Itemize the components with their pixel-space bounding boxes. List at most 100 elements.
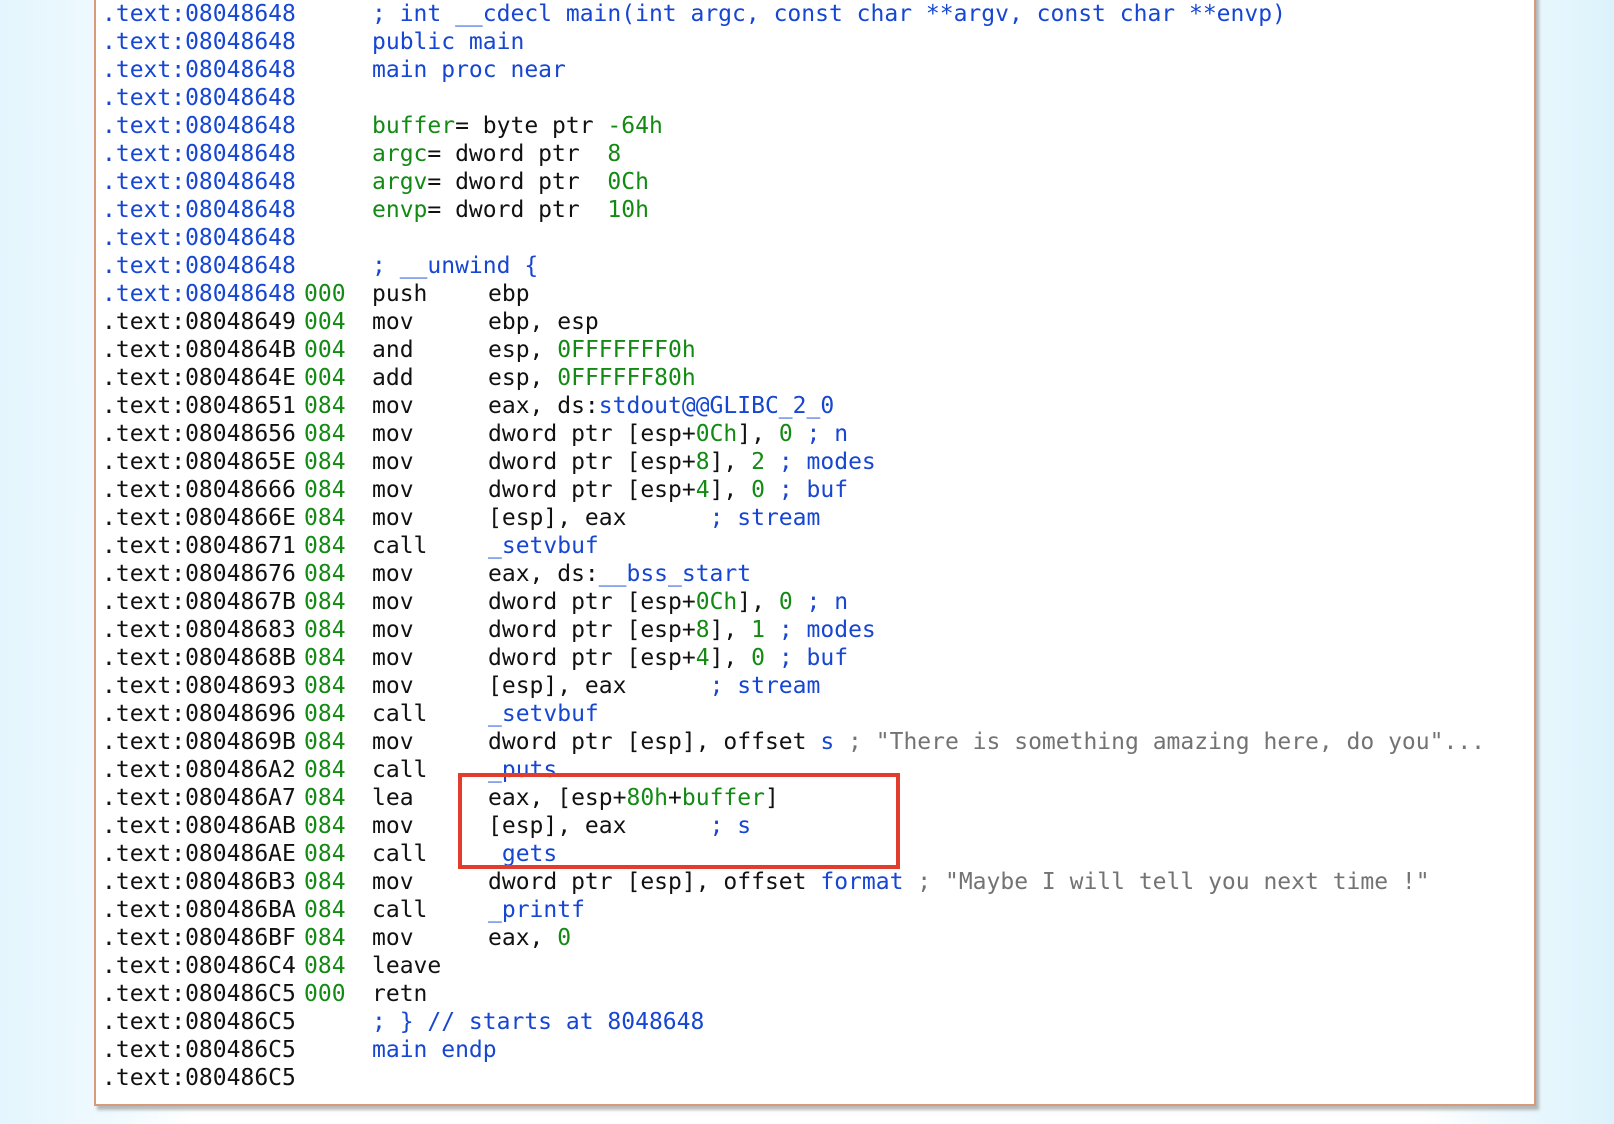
disasm-line[interactable]: .text:08048693 084 mov [esp], eax ; stream xyxy=(102,672,1485,700)
line-address[interactable]: .text:080486A2 xyxy=(102,756,304,784)
disasm-line[interactable]: .text:08048648 argv= dword ptr 0Ch xyxy=(102,168,1485,196)
disasm-line[interactable]: .text:08048656 084 mov dword ptr [esp+0Ch],… xyxy=(102,420,1485,448)
mnemonic: mov xyxy=(372,309,414,335)
line-address[interactable]: .text:08048671 xyxy=(102,532,304,560)
disasm-line[interactable]: .text:080486C5 xyxy=(102,1064,1485,1092)
line-address[interactable]: .text:08048648 xyxy=(102,252,304,280)
stack-pointer-delta: 084 xyxy=(304,869,346,895)
disasm-line[interactable]: .text:08048648 000 push ebp xyxy=(102,280,1485,308)
mnemonic: mov xyxy=(372,617,414,643)
line-address[interactable]: .text:080486BA xyxy=(102,896,304,924)
disasm-line[interactable]: .text:08048648 public main xyxy=(102,28,1485,56)
disasm-line[interactable]: .text:0804867B 084 mov dword ptr [esp+0Ch],… xyxy=(102,588,1485,616)
line-address[interactable]: .text:08048648 xyxy=(102,84,304,112)
line-address[interactable]: .text:08048648 xyxy=(102,280,304,308)
line-address[interactable]: .text:080486C5 xyxy=(102,1036,304,1064)
disasm-line[interactable]: .text:08048648 ; int __cdecl main(int arg… xyxy=(102,0,1485,28)
line-address[interactable]: .text:080486BF xyxy=(102,924,304,952)
disasm-line[interactable]: .text:08048651 084 mov eax, ds:stdout@@GLIB… xyxy=(102,392,1485,420)
disasm-line[interactable]: .text:08048666 084 mov dword ptr [esp+4], 0… xyxy=(102,476,1485,504)
disasm-line[interactable]: .text:080486AB 084 mov [esp], eax ; s xyxy=(102,812,1485,840)
line-address[interactable]: .text:08048666 xyxy=(102,476,304,504)
disasm-line[interactable]: .text:08048683 084 mov dword ptr [esp+8], 1… xyxy=(102,616,1485,644)
operand-token[interactable]: main proc near xyxy=(372,57,566,83)
disasm-line[interactable]: .text:080486BF 084 mov eax, 0 xyxy=(102,924,1485,952)
operand-token[interactable]: public main xyxy=(372,29,524,55)
line-address[interactable]: .text:080486C4 xyxy=(102,952,304,980)
line-address[interactable]: .text:0804864E xyxy=(102,364,304,392)
line-address[interactable]: .text:08048683 xyxy=(102,616,304,644)
line-address[interactable]: .text:08048676 xyxy=(102,560,304,588)
operand-token: 80h xyxy=(626,785,669,811)
disasm-line[interactable]: .text:0804864B 004 and esp, 0FFFFFFF0h xyxy=(102,336,1485,364)
disasm-line[interactable]: .text:080486BA 084 call _printf xyxy=(102,896,1485,924)
mnemonic: mov xyxy=(372,421,414,447)
line-address[interactable]: .text:08048648 xyxy=(102,168,304,196)
disasm-line[interactable]: .text:08048648 main proc near xyxy=(102,56,1485,84)
disasm-line[interactable]: .text:0804865E 084 mov dword ptr [esp+8], 2… xyxy=(102,448,1485,476)
line-address[interactable]: .text:08048648 xyxy=(102,224,304,252)
operand-token[interactable]: main endp xyxy=(372,1037,497,1063)
disasm-line[interactable]: .text:08048648 buffer= byte ptr -64h xyxy=(102,112,1485,140)
line-address[interactable]: .text:08048656 xyxy=(102,420,304,448)
disasm-line[interactable]: .text:08048671 084 call _setvbuf xyxy=(102,532,1485,560)
disasm-line[interactable]: .text:08048696 084 call _setvbuf xyxy=(102,700,1485,728)
line-address[interactable]: .text:08048648 xyxy=(102,56,304,84)
operand-token[interactable]: s xyxy=(820,729,834,755)
line-address[interactable]: .text:08048693 xyxy=(102,672,304,700)
disasm-line[interactable]: .text:080486A7 084 lea eax, [esp+80h+buffer… xyxy=(102,784,1485,812)
line-address[interactable]: .text:080486C5 xyxy=(102,1064,304,1092)
line-address[interactable]: .text:0804865E xyxy=(102,448,304,476)
disasm-line[interactable]: .text:08048648 argc= dword ptr 8 xyxy=(102,140,1485,168)
line-address[interactable]: .text:08048648 xyxy=(102,28,304,56)
line-address[interactable]: .text:08048651 xyxy=(102,392,304,420)
operand-token[interactable]: _setvbuf xyxy=(488,533,599,559)
line-address[interactable]: .text:08048648 xyxy=(102,196,304,224)
line-body: argc= dword ptr 8 xyxy=(372,140,621,168)
disasm-line[interactable]: .text:08048648 xyxy=(102,224,1485,252)
operand-token: 1 xyxy=(751,617,765,643)
line-address[interactable]: .text:08048696 xyxy=(102,700,304,728)
line-address[interactable]: .text:080486A7 xyxy=(102,784,304,812)
disasm-line[interactable]: .text:080486AE 084 call _gets xyxy=(102,840,1485,868)
disasm-line[interactable]: .text:0804868B 084 mov dword ptr [esp+4], 0… xyxy=(102,644,1485,672)
line-address[interactable]: .text:08048649 xyxy=(102,308,304,336)
line-address[interactable]: .text:080486C5 xyxy=(102,980,304,1008)
disasm-line[interactable]: .text:08048676 084 mov eax, ds:__bss_start xyxy=(102,560,1485,588)
disasm-line[interactable]: .text:08048649 004 mov ebp, esp xyxy=(102,308,1485,336)
disasm-line[interactable]: .text:080486C5 000 retn xyxy=(102,980,1485,1008)
disasm-line[interactable]: .text:08048648 ; __unwind { xyxy=(102,252,1485,280)
line-address[interactable]: .text:08048648 xyxy=(102,112,304,140)
operand-token[interactable]: stdout@@GLIBC_2_0 xyxy=(599,393,834,419)
line-address[interactable]: .text:08048648 xyxy=(102,0,304,28)
disasm-line[interactable]: .text:080486C5 main endp xyxy=(102,1036,1485,1064)
operand-token[interactable]: _setvbuf xyxy=(488,701,599,727)
stack-pointer-delta: 084 xyxy=(304,925,346,951)
disasm-line[interactable]: .text:08048648 envp= dword ptr 10h xyxy=(102,196,1485,224)
line-address[interactable]: .text:080486AE xyxy=(102,840,304,868)
line-address[interactable]: .text:080486B3 xyxy=(102,868,304,896)
operand-token[interactable]: _puts xyxy=(488,757,557,783)
disasm-line[interactable]: .text:080486A2 084 call _puts xyxy=(102,756,1485,784)
operand-token[interactable]: format xyxy=(820,869,903,895)
line-address[interactable]: .text:0804868B xyxy=(102,644,304,672)
disasm-line[interactable]: .text:080486B3 084 mov dword ptr [esp], off… xyxy=(102,868,1485,896)
disasm-line[interactable]: .text:0804869B 084 mov dword ptr [esp], off… xyxy=(102,728,1485,756)
disasm-line[interactable]: .text:0804866E 084 mov [esp], eax ; stream xyxy=(102,504,1485,532)
line-address[interactable]: .text:08048648 xyxy=(102,140,304,168)
operand-token[interactable]: __bss_start xyxy=(599,561,751,587)
operand-token[interactable]: _gets xyxy=(488,841,557,867)
line-address[interactable]: .text:0804864B xyxy=(102,336,304,364)
operand-token[interactable]: _printf xyxy=(488,897,585,923)
line-address[interactable]: .text:0804866E xyxy=(102,504,304,532)
line-address[interactable]: .text:080486AB xyxy=(102,812,304,840)
line-address[interactable]: .text:0804867B xyxy=(102,588,304,616)
disasm-line[interactable]: .text:080486C5 ; } // starts at 8048648 xyxy=(102,1008,1485,1036)
line-address[interactable]: .text:0804869B xyxy=(102,728,304,756)
disasm-line[interactable]: .text:0804864E 004 add esp, 0FFFFFF80h xyxy=(102,364,1485,392)
operand-token: dword ptr [esp+ xyxy=(488,589,696,615)
operand-token: 0Ch xyxy=(607,169,649,195)
disasm-line[interactable]: .text:08048648 xyxy=(102,84,1485,112)
disasm-line[interactable]: .text:080486C4 084 leave xyxy=(102,952,1485,980)
line-address[interactable]: .text:080486C5 xyxy=(102,1008,304,1036)
